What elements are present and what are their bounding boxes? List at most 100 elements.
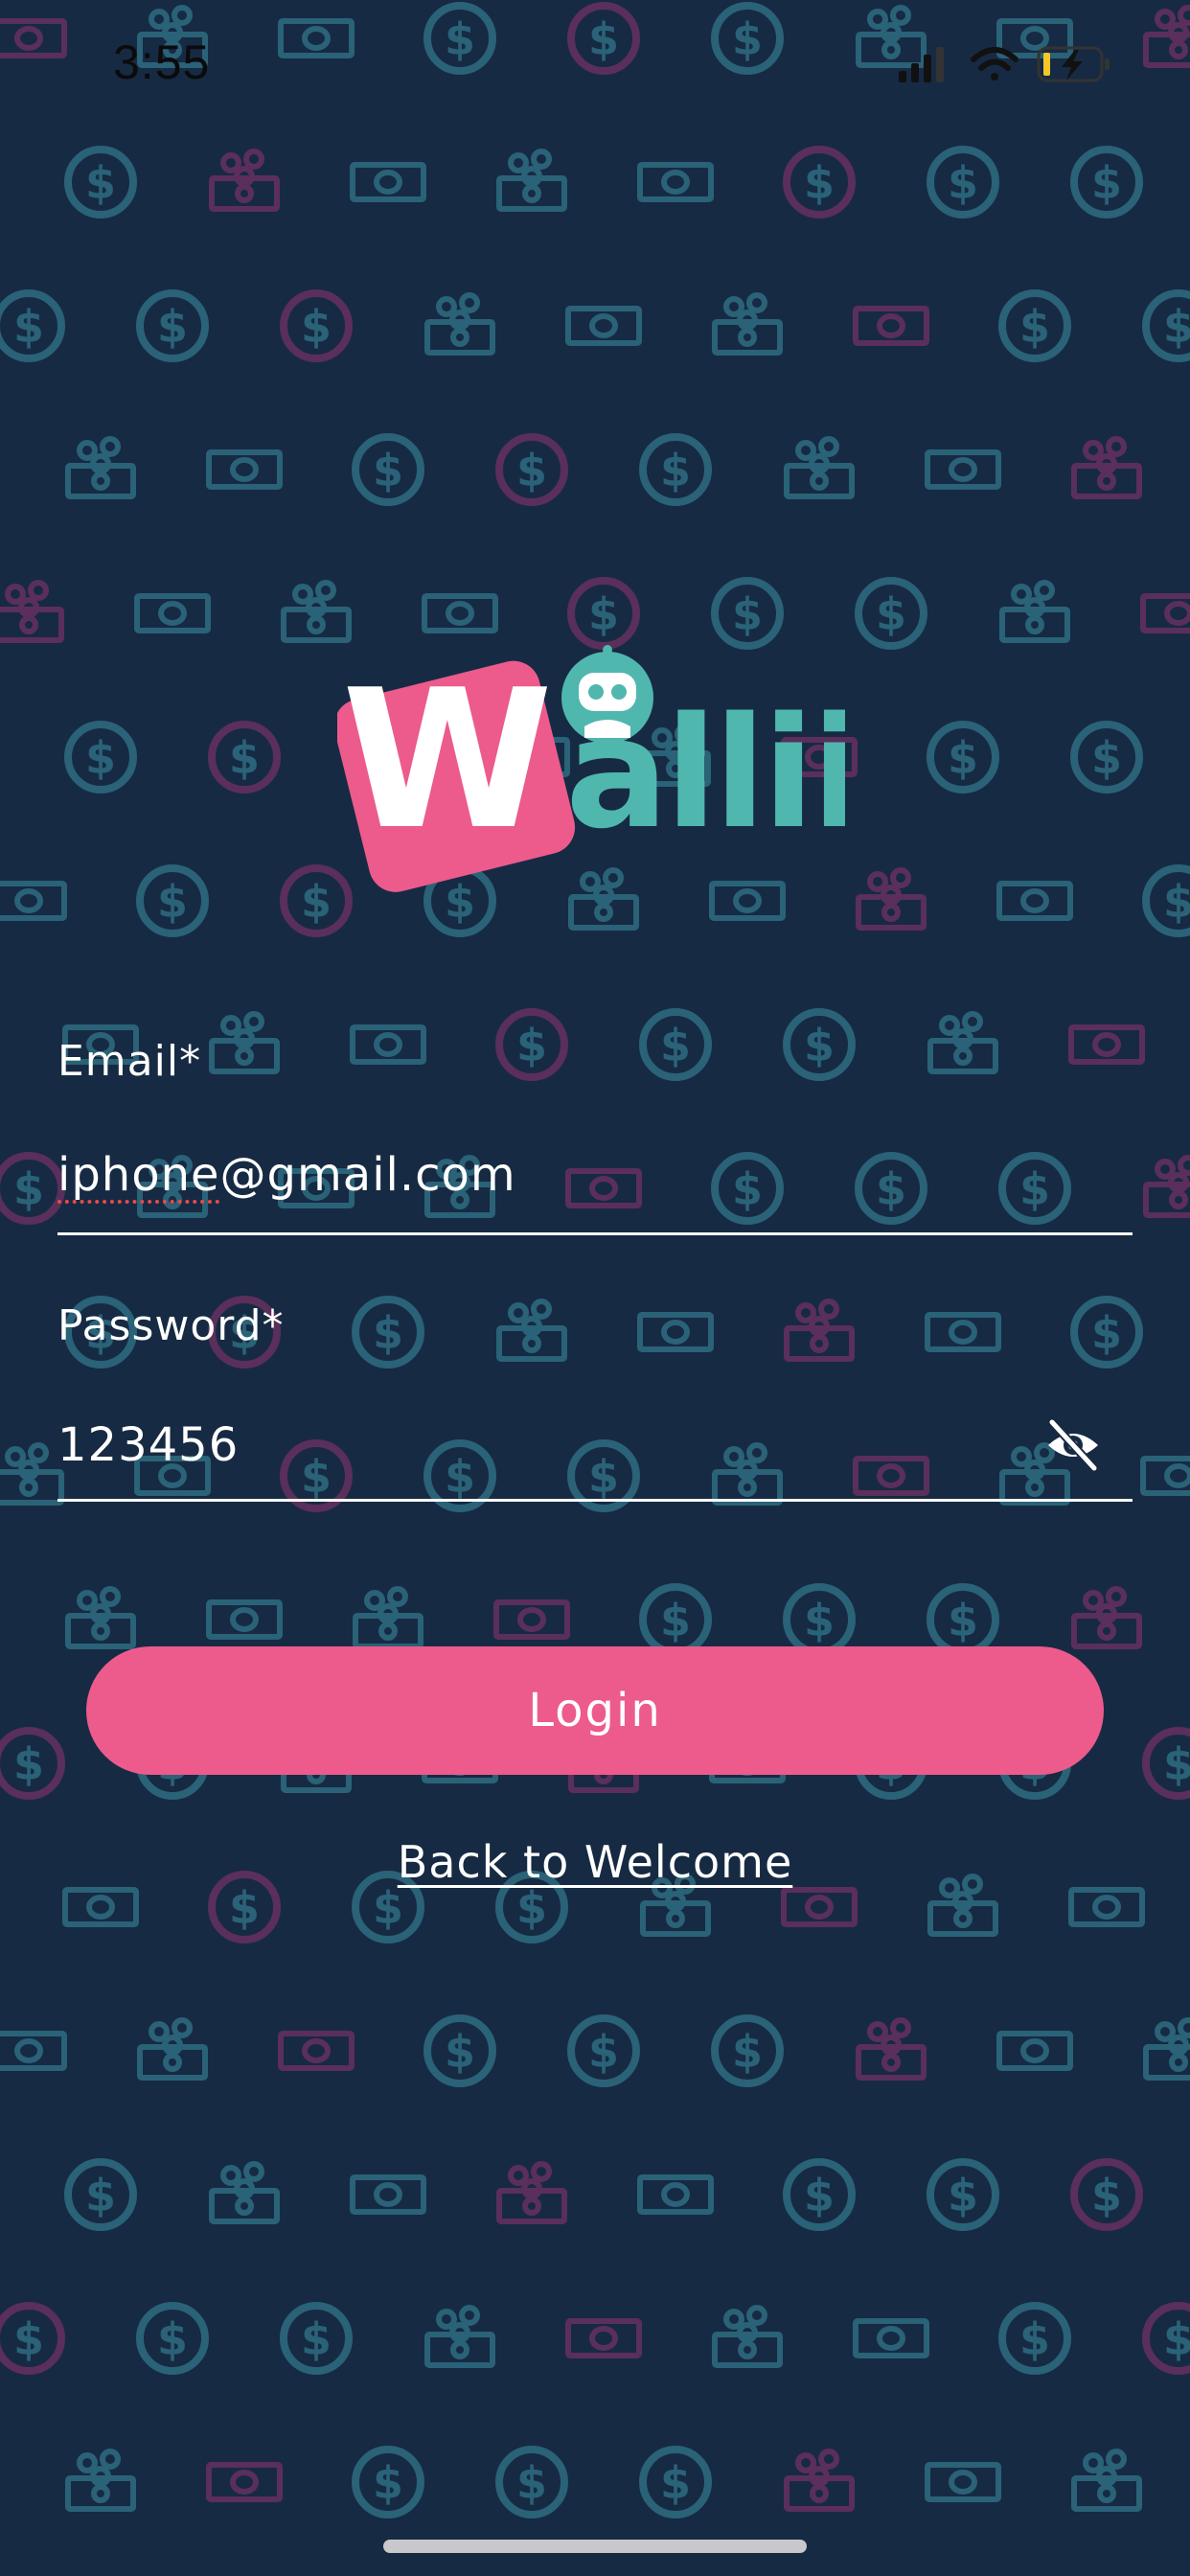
pattern-money-icon xyxy=(353,1027,423,1062)
pattern-money-icon xyxy=(68,1589,133,1646)
password-label: Password* xyxy=(57,1301,285,1350)
pattern-money-icon xyxy=(1074,439,1139,496)
pattern-money-icon xyxy=(1074,2451,1139,2509)
password-field[interactable] xyxy=(57,1422,1133,1502)
pattern-money-icon xyxy=(0,293,61,358)
pattern-money-icon xyxy=(1146,2306,1190,2371)
pattern-money-icon xyxy=(1146,1158,1190,1215)
pattern-money-icon xyxy=(858,2020,924,2078)
pattern-money-icon xyxy=(0,1156,61,1221)
pattern-money-icon xyxy=(284,293,349,358)
pattern-money-icon xyxy=(1071,1890,1142,1924)
pattern-money-icon xyxy=(209,1602,280,1637)
pattern-money-icon xyxy=(930,2162,995,2227)
pattern-money-icon xyxy=(1074,2162,1139,2227)
pattern-money-icon xyxy=(499,151,564,209)
pattern-money-icon xyxy=(927,1315,998,1349)
pattern-money-icon xyxy=(68,2162,133,2227)
pattern-money-icon xyxy=(140,293,205,358)
pattern-money-icon xyxy=(715,2018,780,2083)
pattern-money-icon xyxy=(1146,2020,1190,2078)
pattern-money-icon xyxy=(1074,1300,1139,1365)
pattern-money-icon xyxy=(999,884,1070,918)
battery-charging-icon xyxy=(1037,46,1110,82)
pattern-money-icon xyxy=(212,2164,277,2221)
pattern-money-icon xyxy=(856,309,927,343)
status-time: 3:55 xyxy=(113,35,211,89)
login-button[interactable]: Login xyxy=(86,1646,1104,1775)
eye-slash-icon[interactable] xyxy=(1044,1416,1102,1474)
pattern-money-icon xyxy=(787,439,852,496)
pattern-money-icon xyxy=(0,2306,61,2371)
pattern-money-icon xyxy=(68,439,133,496)
pattern-money-icon xyxy=(65,1890,136,1924)
pattern-money-icon xyxy=(355,2450,421,2515)
pattern-money-icon xyxy=(68,2451,133,2509)
pattern-money-icon xyxy=(930,150,995,215)
pattern-money-icon xyxy=(927,2465,998,2499)
pattern-money-icon xyxy=(355,437,421,502)
wallii-logo: W allii xyxy=(337,645,845,892)
pattern-money-icon xyxy=(0,884,64,918)
pattern-money-icon xyxy=(212,1014,277,1071)
pattern-money-icon xyxy=(427,2018,492,2083)
email-field[interactable] xyxy=(57,1158,1133,1235)
pattern-money-icon xyxy=(499,2450,564,2515)
pattern-money-icon xyxy=(715,581,780,646)
pattern-money-icon xyxy=(281,21,352,56)
pattern-money-icon xyxy=(1143,1459,1190,1493)
pattern-money-icon xyxy=(856,2321,927,2356)
pattern-money-icon xyxy=(209,452,280,487)
pattern-money-icon xyxy=(68,724,133,790)
pattern-money-icon xyxy=(715,6,780,71)
pattern-money-icon xyxy=(787,2162,852,2227)
pattern-money-icon xyxy=(353,2177,423,2212)
pattern-money-icon xyxy=(787,1012,852,1077)
pattern-money-icon xyxy=(640,165,711,199)
pattern-money-icon xyxy=(353,165,423,199)
pattern-money-icon xyxy=(1143,596,1190,631)
pattern-money-icon xyxy=(715,2308,780,2365)
pattern-money-icon xyxy=(499,1012,564,1077)
pattern-money-icon xyxy=(355,1300,421,1365)
pattern-money-icon xyxy=(427,2308,492,2365)
pattern-money-icon xyxy=(643,1587,708,1652)
pattern-money-icon xyxy=(787,1301,852,1359)
pattern-money-icon xyxy=(930,724,995,790)
pattern-money-icon xyxy=(140,2306,205,2371)
pattern-money-icon xyxy=(999,2034,1070,2068)
pattern-money-icon xyxy=(209,2465,280,2499)
pattern-money-icon xyxy=(1146,1731,1190,1796)
pattern-money-icon xyxy=(787,1587,852,1652)
pattern-money-icon xyxy=(1074,150,1139,215)
pattern-money-icon xyxy=(0,1731,61,1796)
pattern-money-icon xyxy=(140,2020,205,2078)
email-label: Email* xyxy=(57,1037,202,1086)
pattern-money-icon xyxy=(927,452,998,487)
pattern-money-icon xyxy=(355,1589,421,1646)
pattern-money-icon xyxy=(68,150,133,215)
pattern-money-icon xyxy=(643,1012,708,1077)
home-indicator xyxy=(383,2540,807,2553)
pattern-money-icon xyxy=(571,6,636,71)
back-to-welcome-link[interactable]: Back to Welcome xyxy=(0,1836,1190,1888)
pattern-money-icon xyxy=(571,581,636,646)
pattern-money-icon xyxy=(640,2177,711,2212)
pattern-money-icon xyxy=(1146,293,1190,358)
pattern-money-icon xyxy=(212,151,277,209)
logo-text: allii xyxy=(565,683,845,862)
pattern-money-icon xyxy=(424,596,495,631)
pattern-money-icon xyxy=(427,6,492,71)
pattern-money-icon xyxy=(140,868,205,933)
pattern-money-icon xyxy=(1146,8,1190,65)
pattern-money-icon xyxy=(1002,293,1067,358)
cellular-signal-icon xyxy=(899,47,944,82)
pattern-money-icon xyxy=(930,1587,995,1652)
wifi-icon xyxy=(971,47,1018,80)
money-pattern-background: $ xyxy=(0,0,1190,2576)
pattern-money-icon xyxy=(643,2450,708,2515)
pattern-money-icon xyxy=(858,870,924,928)
pattern-money-icon xyxy=(858,581,924,646)
pattern-money-icon xyxy=(499,1301,564,1359)
pattern-money-icon xyxy=(212,724,277,790)
